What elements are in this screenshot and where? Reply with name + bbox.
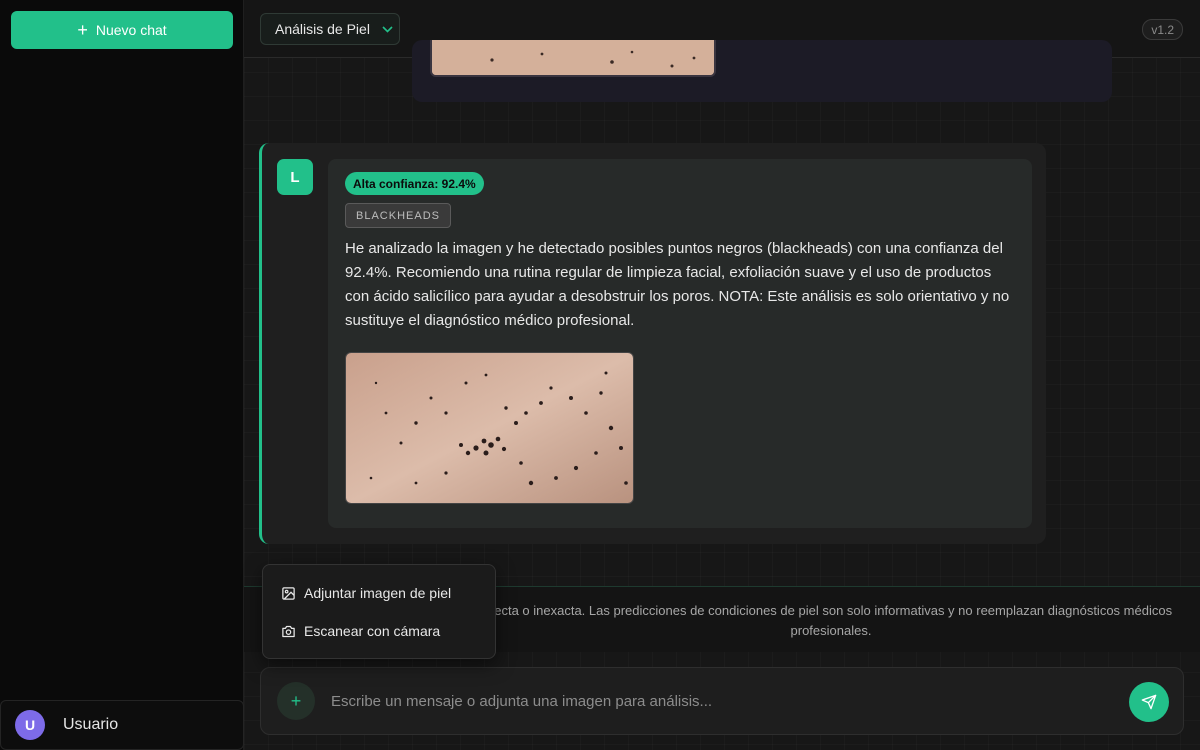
user-skin-image[interactable] <box>430 40 716 77</box>
attach-image-label: Adjuntar imagen de piel <box>304 585 452 601</box>
user-name: Usuario <box>63 716 119 733</box>
plus-icon: + <box>77 20 88 40</box>
model-selector[interactable]: Análisis de Piel <box>260 13 400 45</box>
attach-button[interactable]: + <box>277 682 315 720</box>
disclaimer-text: recta o inexacta. Las predicciones de co… <box>489 603 1173 638</box>
new-chat-button[interactable]: + Nuevo chat <box>11 11 233 49</box>
scan-camera-item[interactable]: Escanear con cámara <box>263 613 495 649</box>
avatar: U <box>15 710 45 740</box>
message-input[interactable] <box>331 686 1111 716</box>
assistant-message: L Alta confianza: 92.4% BLACKHEADS He an… <box>259 143 1046 544</box>
sidebar: + Nuevo chat U Usuario <box>0 0 244 750</box>
scan-camera-label: Escanear con cámara <box>304 623 441 639</box>
confidence-badge: Alta confianza: 92.4% <box>345 172 484 195</box>
assistant-card: Alta confianza: 92.4% BLACKHEADS He anal… <box>328 159 1032 528</box>
composer: + <box>260 667 1184 735</box>
camera-icon <box>282 625 295 637</box>
user-message <box>412 40 1112 102</box>
skin-analysis-image[interactable] <box>345 352 634 504</box>
user-profile[interactable]: U Usuario <box>0 700 244 750</box>
send-button[interactable] <box>1129 682 1169 722</box>
attach-menu: Adjuntar imagen de piel Escanear con cám… <box>262 564 496 659</box>
version-badge: v1.2 <box>1142 19 1183 40</box>
model-label: Análisis de Piel <box>275 21 370 37</box>
send-icon <box>1141 694 1157 710</box>
assistant-avatar: L <box>277 159 313 195</box>
chevron-down-icon <box>382 25 393 33</box>
condition-tag: BLACKHEADS <box>345 203 451 228</box>
plus-icon: + <box>290 690 302 711</box>
image-icon <box>282 586 295 600</box>
attach-image-item[interactable]: Adjuntar imagen de piel <box>263 575 495 611</box>
assistant-text: He analizado la imagen y he detectado po… <box>345 240 1010 329</box>
new-chat-label: Nuevo chat <box>95 22 167 38</box>
